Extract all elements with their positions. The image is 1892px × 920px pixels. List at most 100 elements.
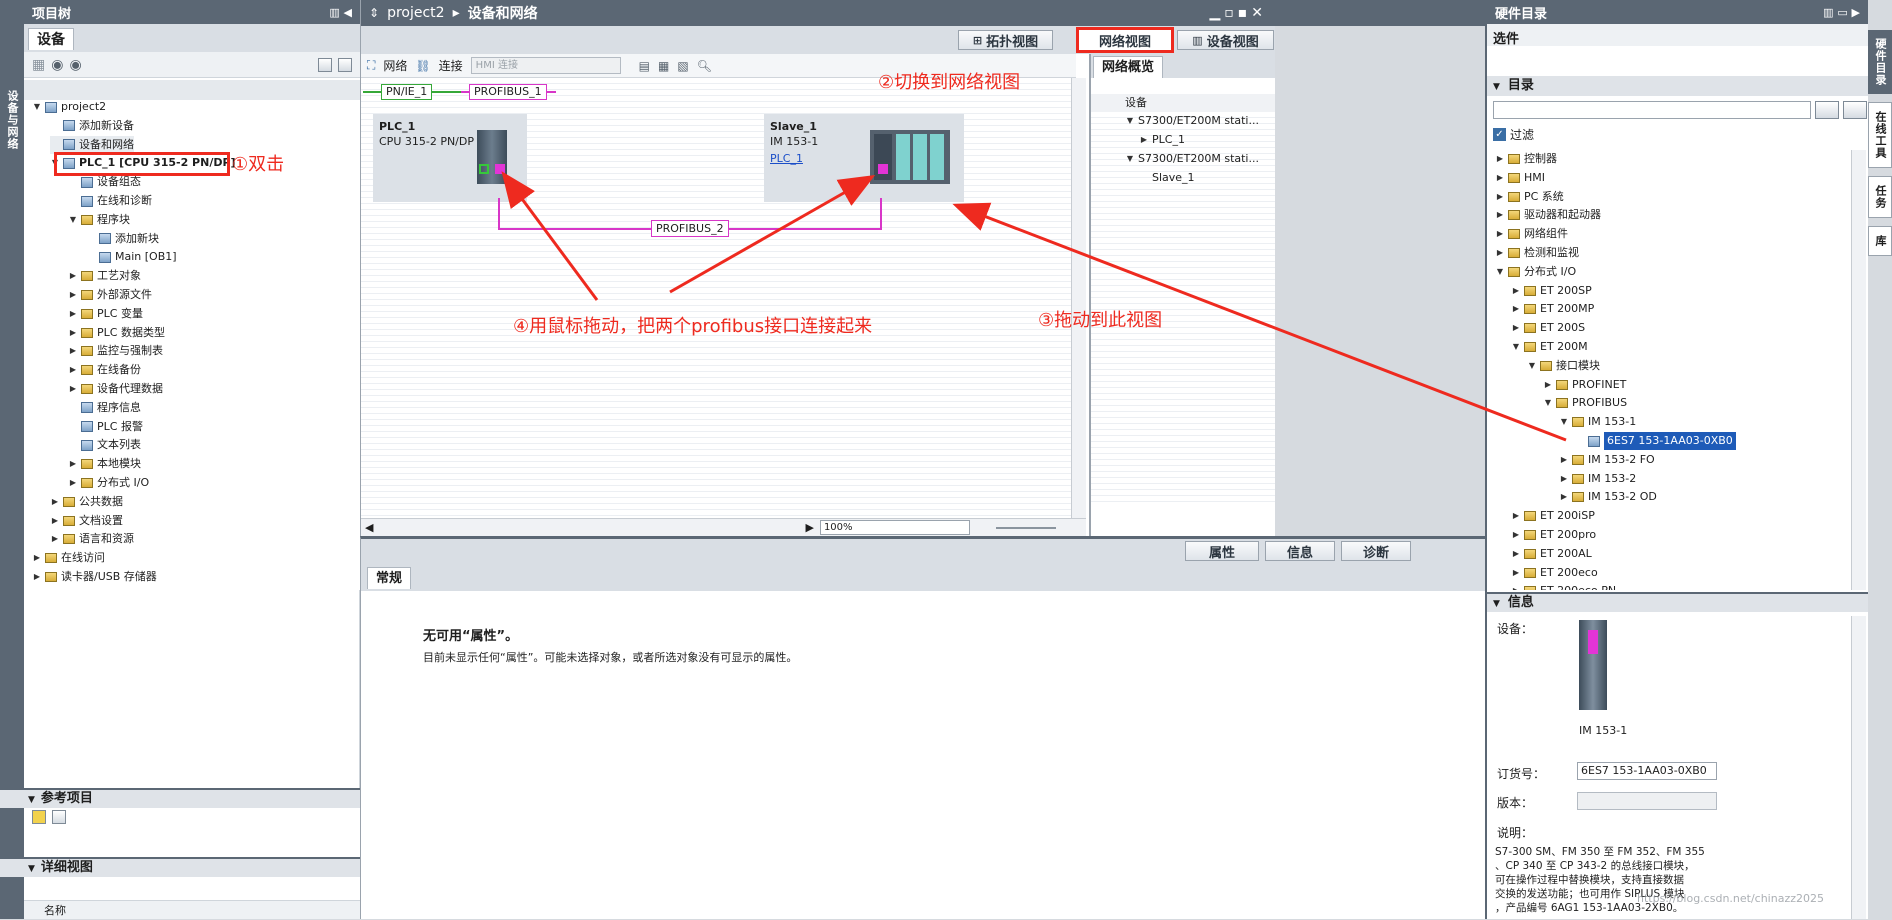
expand-icon[interactable]: ▼ [1527,357,1537,375]
catalog-item[interactable]: ▶ 检测和监视 [1495,244,1579,262]
expand-icon[interactable]: ▶ [1511,300,1521,318]
expand-icon[interactable]: ▼ [1511,338,1521,356]
open-ref-icon[interactable] [32,810,46,824]
order-number-field[interactable]: 6ES7 153-1AA03-0XB0 [1577,762,1717,780]
pin-icon[interactable]: ⇕ [369,6,379,20]
catalog-item[interactable]: ▶ ET 200AL [1511,545,1592,563]
expand-icon[interactable]: ▶ [50,493,60,511]
project-tree-item[interactable]: ▼ project2 [32,98,106,116]
info-header[interactable]: ▼ 信息 [1487,592,1870,612]
catalog-item[interactable]: ▼ 分布式 I/O [1495,263,1576,281]
expand-icon[interactable]: ▶ [1495,244,1505,262]
project-tree-item[interactable]: ▶ 语言和资源 [50,530,134,548]
tab-devices[interactable]: 设备 [28,28,74,50]
project-tree-item[interactable]: ▶ 在线备份 [68,361,141,379]
overview-row[interactable]: ▶ PLC_1 [1139,131,1185,149]
project-tree-item[interactable]: ▶ 监控与强制表 [68,342,163,360]
remove-ref-icon[interactable] [52,810,66,824]
version-select[interactable] [1577,792,1717,810]
project-tree-item[interactable]: ▶ 设备代理数据 [68,380,163,398]
zoom-select[interactable]: 100% [819,520,970,535]
expand-icon[interactable]: ▶ [50,512,60,530]
catalog-window-controls-icon[interactable]: ▥ ▭ ▶ [1823,6,1868,19]
hmi-connection-select[interactable]: HMI 连接 [470,57,621,74]
project-tree-item[interactable]: ▶ 工艺对象 [68,267,141,285]
expand-icon[interactable]: ▼ [1543,394,1553,412]
expand-icon[interactable]: ▶ [1543,376,1553,394]
back-icon[interactable]: ◉ [51,57,63,73]
project-tree-item[interactable]: PLC 报警 [68,418,143,436]
expand-icon[interactable]: ▶ [1495,169,1505,187]
collapse-icon[interactable]: ▥ ◀ [329,6,360,19]
ref-projects-header[interactable]: ▼ 参考项目 [0,788,360,808]
expand-icon[interactable]: ▶ [1495,225,1505,243]
project-tree-item[interactable]: ▶ 读卡器/USB 存储器 [32,568,157,586]
zoom-slider[interactable] [995,526,1056,529]
tree-view-icon[interactable] [318,57,332,72]
expand-icon[interactable]: ▶ [1559,470,1569,488]
pnie-label[interactable]: PN/IE_1 [381,84,433,100]
catalog-item[interactable]: ▶ ET 200eco [1511,564,1598,582]
search-up-icon[interactable] [1843,101,1867,119]
profibus1-label[interactable]: PROFIBUS_1 [469,84,547,100]
expand-icon[interactable]: ▶ [1495,188,1505,206]
project-tree-item[interactable]: ▶ 文档设置 [50,512,123,530]
expand-icon[interactable]: ▼ [1125,150,1135,168]
catalog-item[interactable]: ▶ ET 200eco PN [1511,582,1616,590]
expand-icon[interactable]: ▶ [1495,206,1505,224]
info-vscroll[interactable] [1851,616,1866,919]
catalog-item[interactable]: ▶ 驱动器和起动器 [1495,206,1601,224]
expand-icon[interactable]: ▶ [32,568,42,586]
expand-icon[interactable]: ▼ [32,98,42,116]
vtab-online-tools[interactable]: 在线工具 [1868,102,1892,168]
catalog-item[interactable]: ▶ 网络组件 [1495,225,1568,243]
tab-network-overview[interactable]: 网络概览 [1093,56,1164,78]
scroll-left-icon[interactable]: ◀ [365,521,373,534]
catalog-item[interactable]: ▶ IM 153-2 FO [1559,451,1655,469]
expand-icon[interactable]: ▼ [1559,413,1569,431]
layout-icon[interactable]: ▦ [658,59,669,73]
project-tree-item[interactable]: 添加新设备 [50,117,134,135]
expand-icon[interactable]: ▶ [1511,282,1521,300]
detail-view-header[interactable]: ▼ 详细视图 [0,857,360,877]
project-tree-item[interactable]: ▶ PLC 数据类型 [68,324,165,342]
project-tree-item[interactable]: 添加新块 [86,230,159,248]
project-tree-item[interactable]: ▶ 公共数据 [50,493,123,511]
vtab-tasks[interactable]: 任务 [1868,176,1892,218]
tab-properties[interactable]: 属性 [1185,541,1259,561]
scroll-right-icon[interactable]: ▶ [805,521,813,534]
slave-device-box[interactable]: Slave_1 IM 153-1 PLC_1 [764,114,964,202]
tab-general[interactable]: 常规 [367,567,412,589]
sidebar-vertical-label[interactable]: 设备与网络 [4,90,20,150]
profibus2-label[interactable]: PROFIBUS_2 [651,220,729,237]
connect-button[interactable]: 连接 [439,57,463,74]
expand-icon[interactable]: ▼ [1495,263,1505,281]
catalog-item[interactable]: ▶ ET 200MP [1511,300,1594,318]
project-tree-item[interactable]: 设备和网络 [50,135,134,154]
tab-diagnostics[interactable]: 诊断 [1341,541,1411,561]
catalog-item[interactable]: ▶ ET 200pro [1511,526,1596,544]
tab-info[interactable]: 信息 [1265,541,1335,561]
project-tree-item[interactable]: 文本列表 [68,436,141,454]
plc-profinet-port[interactable] [479,164,489,174]
detail-column-header[interactable]: 名称 [24,900,360,919]
expand-icon[interactable]: ▶ [68,455,78,473]
filter-checkbox[interactable]: ✓ [1493,127,1506,141]
catalog-item[interactable]: ▶ ET 200S [1511,319,1585,337]
expand-icon[interactable]: ▶ [68,324,78,342]
tree-settings-icon[interactable] [338,57,352,72]
tab-topology-view[interactable]: ⊞ 拓扑视图 [958,30,1053,50]
expand-icon[interactable]: ▶ [1511,564,1521,582]
catalog-item[interactable]: ▼ ET 200M [1511,338,1588,356]
tab-device-view[interactable]: ▥ 设备视图 [1177,30,1274,50]
zoom-icon[interactable]: 🔍︎ [697,59,712,73]
expand-icon[interactable]: ▶ [1559,488,1569,506]
plc-profibus-port[interactable] [495,164,505,174]
overview-col-header[interactable]: 设备 [1091,94,1276,112]
expand-icon[interactable]: ▶ [68,361,78,379]
overview-row[interactable]: Slave_1 [1139,169,1195,187]
catalog-section-header[interactable]: ▼ 目录 [1487,76,1868,96]
expand-icon[interactable]: ▶ [1495,150,1505,168]
catalog-item[interactable]: ▶ ET 200iSP [1511,507,1595,525]
expand-icon[interactable]: ▶ [1511,526,1521,544]
